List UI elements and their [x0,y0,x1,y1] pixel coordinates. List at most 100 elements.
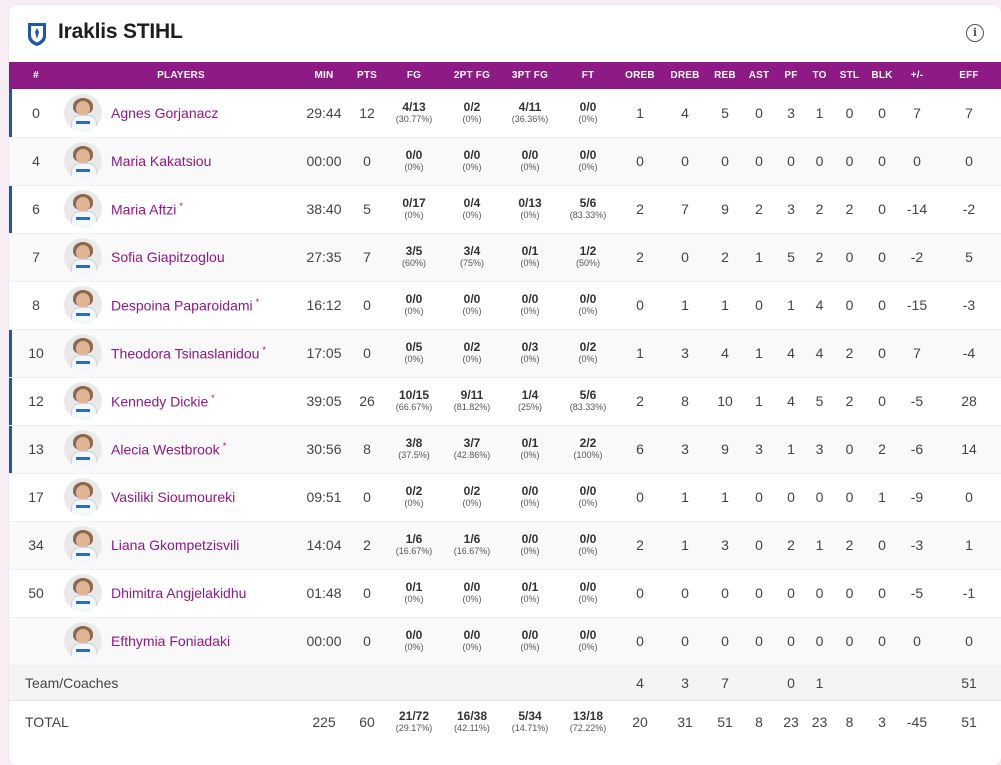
player-avatar[interactable] [64,622,102,660]
player-info: Dhimitra Angjelakidhu [63,574,299,612]
free-throws-percentage: (0%) [578,498,598,508]
player-name-link[interactable]: Efthymia Foniadaki [111,633,230,649]
two-point-fg: 0/0 (0%) [443,569,501,618]
player-name-link[interactable]: Alecia Westbrook * [111,441,226,458]
player-name-link[interactable]: Vasiliki Sioumoureki [111,489,235,505]
player-name: Despoina Paparoidami [111,297,253,314]
ast: 3 [743,425,775,474]
player-avatar[interactable] [64,286,102,324]
player-name: Sofia Giapitzoglou [111,249,225,265]
two-point-fg-percentage: (0%) [462,642,482,652]
player-name-link[interactable]: Dhimitra Angjelakidhu [111,585,246,601]
two-point-fg-percentage: (0%) [462,594,482,604]
column-header-stl: STL [832,62,867,89]
eff: 28 [937,377,1001,426]
team-fg [385,665,443,700]
eff: -4 [937,329,1001,378]
ast: 1 [743,233,775,282]
pf: 0 [775,137,807,186]
eff: 1 [937,521,1001,570]
points: 0 [349,137,385,186]
points: 0 [349,281,385,330]
to: 0 [807,137,832,186]
free-throws-percentage: (0%) [578,113,598,124]
to: 0 [807,569,832,618]
two-point-fg: 9/11 (81.82%) [443,377,501,426]
player-avatar[interactable] [64,142,102,180]
player-avatar[interactable] [64,190,102,228]
field-goals-percentage: (66.67%) [395,402,433,412]
minutes: 30:56 [299,425,349,474]
stl: 0 [832,425,867,474]
field-goals-percentage: (60%) [401,258,426,268]
player-avatar[interactable] [64,382,102,420]
ast: 0 [743,569,775,618]
player-avatar[interactable] [64,478,102,516]
pf: 4 [775,377,807,426]
eff: -3 [937,281,1001,330]
player-avatar[interactable] [64,430,102,468]
player-name-link[interactable]: Theodora Tsinaslanidou * [111,345,266,362]
points: 12 [349,89,385,138]
info-icon[interactable]: i [966,24,984,42]
player-name: Maria Kakatsiou [111,153,212,169]
field-goals: 0/0 (0%) [385,137,443,186]
field-goals: 10/15 (66.67%) [385,377,443,426]
three-point-fg-made-attempted: 0/0 [521,292,539,306]
free-throws: 0/2 (0%) [559,329,617,378]
player-avatar[interactable] [64,526,102,564]
player-avatar[interactable] [64,574,102,612]
player-avatar[interactable] [64,334,102,372]
total-points: 60 [349,699,385,743]
starter-star-icon: * [262,344,266,355]
two-point-fg-made-attempted: 0/2 [463,484,481,498]
pf: 5 [775,233,807,282]
dreb: 0 [663,569,707,618]
three-point-fg-made-attempted: 0/0 [521,532,539,546]
free-throws: 0/0 (0%) [559,281,617,330]
field-goals-made-attempted: 0/0 [405,628,423,642]
to: 0 [807,617,832,666]
column-header-eff: EFF [937,62,1001,89]
two-point-fg-made-attempted: 0/0 [463,580,481,594]
player-name: Vasiliki Sioumoureki [111,489,236,505]
player-name-link[interactable]: Sofia Giapitzoglou [111,249,225,265]
total-field-goals: 21/72 (29.17%) [385,699,443,743]
field-goals: 1/6 (16.67%) [385,521,443,570]
player-name-link[interactable]: Agnes Gorjanacz [111,105,218,121]
jersey-number [9,617,63,666]
team-title: Iraklis STIHL [58,20,183,43]
three-point-fg: 0/13 (0%) [501,185,559,234]
three-point-fg-made-attempted: 1/4 [521,388,539,402]
blk: 1 [867,473,897,522]
player-avatar[interactable] [64,238,102,276]
player-avatar[interactable] [64,93,102,132]
pf: 0 [775,473,807,522]
player-name-link[interactable]: Liana Gkompetzisvili [111,537,239,553]
player-name-link[interactable]: Maria Aftzi * [111,201,183,218]
total-stl: 8 [832,699,867,743]
player-name-link[interactable]: Despoina Paparoidami * [111,297,259,314]
minutes: 17:05 [299,329,349,378]
player-name-link[interactable]: Maria Kakatsiou [111,153,211,169]
stl: 0 [832,617,867,666]
ast: 0 [743,89,775,138]
blk: 0 [867,137,897,186]
blk: 0 [867,281,897,330]
jersey-number: 4 [9,137,63,186]
oreb: 6 [617,425,663,474]
to: 2 [807,185,832,234]
total-free-throws: 13/18 (72.22%) [559,699,617,743]
free-throws-made-attempted: 1/2 [579,244,597,258]
team-ft [559,665,617,700]
oreb: 0 [617,473,663,522]
minutes: 00:00 [299,617,349,666]
oreb: 0 [617,281,663,330]
ast: 0 [743,281,775,330]
stl: 0 [832,89,867,138]
eff: 0 [937,473,1001,522]
player-name-link[interactable]: Kennedy Dickie * [111,393,215,410]
pf: 0 [775,617,807,666]
total-free-throws-made-attempted: 13/18 [572,708,604,723]
total-blk: 3 [867,699,897,743]
